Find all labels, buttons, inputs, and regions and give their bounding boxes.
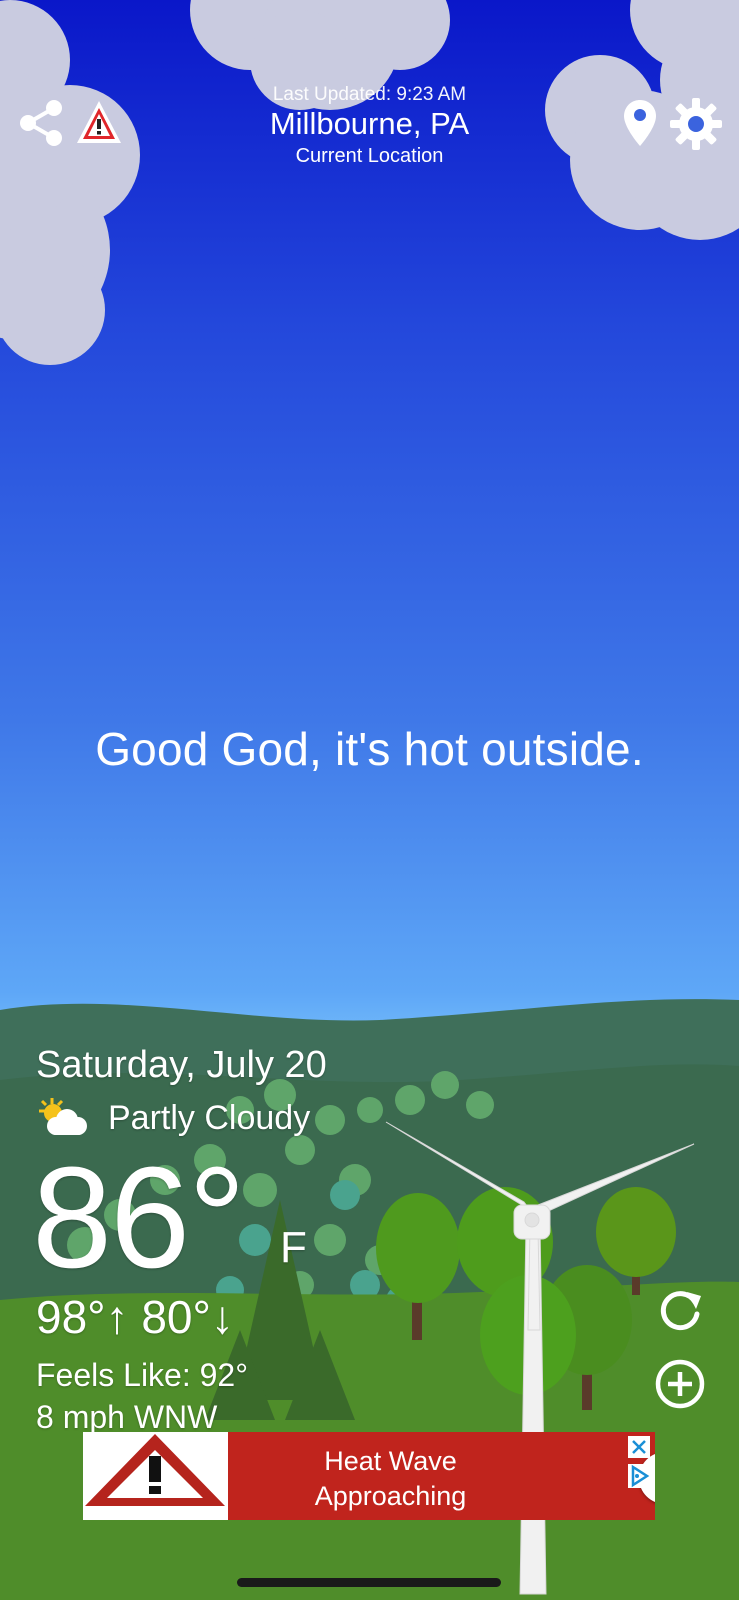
weather-quip: Good God, it's hot outside. [95,723,644,775]
banner-text: Heat Wave Approaching [228,1444,553,1514]
banner-message-area[interactable]: Heat Wave Approaching [228,1432,655,1520]
location-header[interactable]: Last Updated: 9:23 AM Millbourne, PA Cur… [200,84,539,168]
alert-triangle-icon[interactable] [74,98,124,146]
location-pin-icon[interactable] [622,98,658,148]
current-temperature: 86° [32,1137,246,1298]
heat-wave-ad-banner[interactable]: Heat Wave Approaching [83,1432,655,1520]
add-circle-icon[interactable] [654,1358,706,1410]
feels-like-text: Feels Like: 92° [36,1357,249,1393]
banner-line-2: Approaching [314,1481,467,1511]
current-conditions: Saturday, July 20 Partly Cloudy 86° F 98… [32,1042,396,1435]
high-low-temperature: 98°↑ 80°↓ [36,1291,234,1343]
banner-line-1: Heat Wave [324,1446,457,1476]
condition-text: Partly Cloudy [108,1099,311,1137]
city-name[interactable]: Millbourne, PA [200,106,539,142]
refresh-icon[interactable] [654,1284,706,1336]
current-location-label: Current Location [295,145,444,167]
ad-choices-icon[interactable] [628,1464,650,1488]
gear-icon[interactable] [670,98,722,150]
last-updated-text: Last Updated: 9:23 AM [272,84,467,105]
wind-text: 8 mph WNW [36,1399,218,1435]
close-icon[interactable] [628,1436,650,1458]
share-icon[interactable] [16,98,66,148]
date-text: Saturday, July 20 [36,1044,327,1086]
top-bar: Last Updated: 9:23 AM Millbourne, PA Cur… [0,0,739,180]
condition-row: Partly Cloudy [36,1096,376,1140]
partly-cloudy-icon [39,1098,87,1135]
home-indicator[interactable] [237,1578,501,1587]
warning-triangle-icon [85,1434,225,1506]
temperature-unit[interactable]: F [280,1224,307,1272]
